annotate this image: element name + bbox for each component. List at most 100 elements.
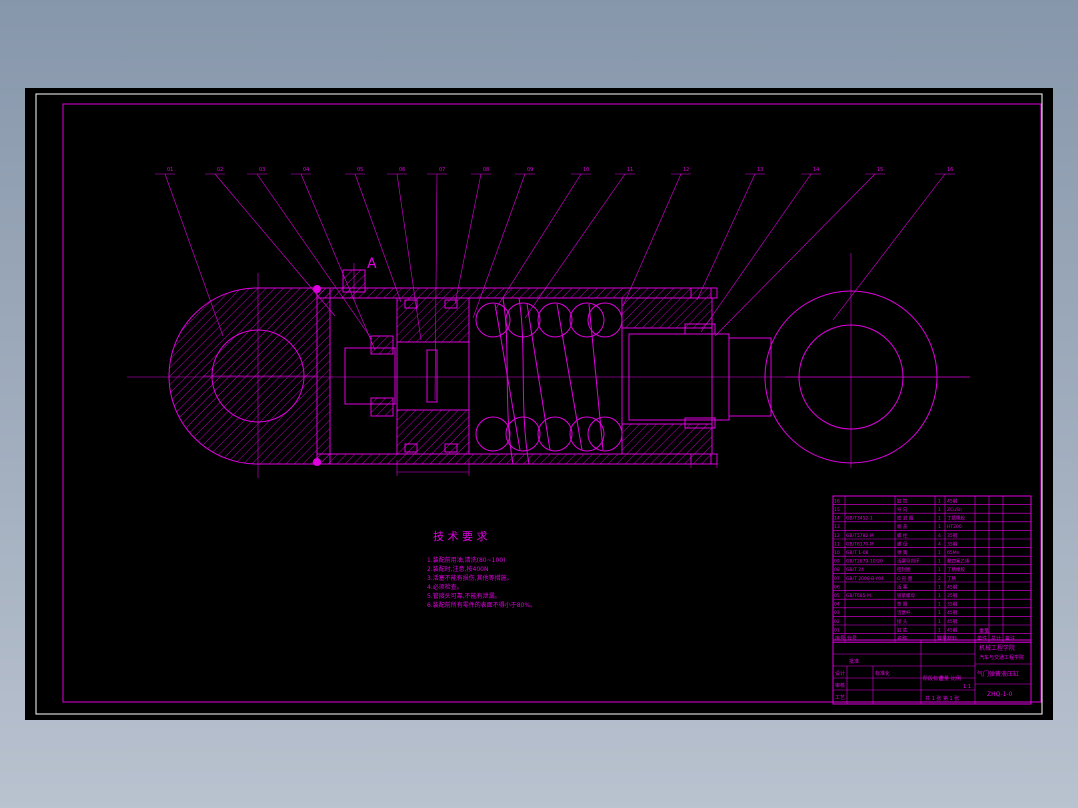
label-design: 设计	[835, 670, 845, 677]
label-review: 审核	[835, 682, 845, 689]
callout-label: 01	[167, 167, 173, 173]
parts-cell: 密 封 圈	[897, 515, 914, 522]
parts-cell: 1	[938, 507, 941, 513]
callout-label: 02	[217, 167, 223, 173]
parts-cell: 45钢	[947, 626, 958, 633]
tech-req-item: 4.必须检查。	[427, 583, 463, 591]
parts-cell: 1	[938, 559, 941, 565]
sheet-count: 共 1 张 第 1 张	[925, 695, 959, 702]
parts-cell: 14	[834, 516, 840, 522]
parts-cell: 01	[834, 627, 840, 633]
parts-row: 09 GB/T2879-10/20 活塞导向环 1 聚四氟乙烯	[834, 558, 970, 565]
parts-weight-header: 重量	[979, 628, 989, 635]
tech-req-item: 1.装配前用油,清洗(80~100)	[427, 556, 505, 564]
parts-row: 10 GB/T 1-08 弹 簧 1 65Mn	[834, 549, 960, 556]
callout-label: 09	[527, 167, 533, 173]
parts-cell: 05	[834, 593, 840, 599]
drawing-number: ZHQ-1-0	[987, 691, 1013, 698]
parts-cell: 活塞杆	[897, 609, 911, 616]
parts-cell: 4	[938, 541, 941, 547]
callout-label: 07	[439, 167, 445, 173]
spring	[475, 297, 623, 465]
drawing-canvas[interactable]: 01 02 03 04 05 06 07 08 09 10 11 12 13 14 15 16 A 技 术 要…	[25, 88, 1053, 720]
parts-cell: 锁紧螺母	[897, 592, 915, 599]
parts-cell: 1	[938, 498, 941, 504]
parts-cell: 10	[834, 550, 840, 556]
school-subtitle: 汽车与交通工程学院	[979, 654, 1024, 661]
parts-cell: GB/T685-M	[846, 593, 871, 599]
parts-cell: 1	[938, 516, 941, 522]
parts-cell: 04	[834, 602, 840, 608]
tech-requirements: 技 术 要 求 1.装配前用油,清洗(80~100) 2.装配时,注意,按400…	[427, 530, 536, 609]
label-weight: 重量	[939, 675, 949, 682]
parts-cell: 丁腈橡胶	[947, 566, 965, 573]
parts-cell: 2	[938, 576, 941, 582]
parts-cell: GB/T 2008-B-Y04	[846, 576, 884, 582]
parts-cell: 丁腈橡胶	[947, 515, 965, 522]
parts-cell: 活 塞	[897, 583, 908, 590]
parts-cell: 1	[938, 584, 941, 590]
parts-cell: 活塞导向环	[897, 558, 920, 565]
parts-cell: 08	[834, 567, 840, 573]
parts-cell: 弹 簧	[897, 549, 908, 556]
label-process: 工艺	[835, 695, 845, 701]
cylinder-bottom-clevis	[168, 273, 331, 478]
parts-cell: GB/T2879-10/20	[846, 559, 883, 565]
parts-row: 02 接 头 1 45钢	[834, 618, 958, 625]
parts-cell: 1	[938, 602, 941, 608]
parts-row: 15 导 向 1 ZCuSn	[834, 506, 962, 513]
parts-cell: 35钢	[947, 601, 958, 608]
callout-label: 10	[583, 167, 589, 173]
parts-header-cell: 材料	[947, 635, 957, 642]
parts-cell: 1	[938, 593, 941, 599]
parts-table: 16 缸 筒 1 45钢15 导 向 1 ZCuSn14 GB/T3452-1 密 封 圈 1 丁腈…	[832, 495, 1032, 643]
parts-cell: GB/T6170-M	[846, 541, 874, 547]
tech-req-item: 2.装配时,注意,按400N	[427, 565, 488, 573]
label-scale: 比例	[951, 675, 961, 682]
parts-cell: 4	[938, 533, 941, 539]
callout-15: 15	[714, 167, 885, 337]
callout-label: 14	[813, 167, 819, 173]
parts-cell: 45钢	[947, 583, 958, 590]
label-approve: 批准	[849, 658, 859, 665]
lock-nut	[344, 335, 438, 417]
parts-cell: 1	[938, 550, 941, 556]
parts-cell: 45钢	[947, 609, 958, 616]
parts-row: 04 垫 圈 1 35钢	[834, 601, 958, 608]
parts-row: 11 GB/T6170-M 螺 母 4 35钢	[834, 540, 958, 547]
parts-cell: 密封圈	[897, 566, 911, 573]
tech-req-item: 5.管接头可靠,不能有泄漏。	[427, 592, 501, 600]
callout-label: 06	[399, 167, 405, 173]
section-mark: A	[367, 256, 377, 272]
parts-cell: 聚四氟乙烯	[947, 558, 970, 565]
parts-cell: 45钢	[947, 618, 958, 625]
callout-label: 13	[757, 167, 763, 173]
parts-header-cell: 备注	[1005, 635, 1015, 642]
parts-cell: 06	[834, 584, 840, 590]
callout-label: 16	[947, 167, 953, 173]
parts-row: 01 缸 底 1 45钢	[834, 626, 958, 633]
parts-cell: 11	[834, 541, 840, 547]
parts-cell: 13	[834, 524, 840, 530]
parts-cell: 1	[938, 567, 941, 573]
parts-header-cell: 代号	[847, 635, 857, 642]
parts-cell: 螺 母	[897, 540, 908, 547]
parts-cell: GB/T 24	[846, 567, 864, 573]
parts-header-cell: 总计	[991, 635, 1001, 642]
parts-cell: 35钢	[947, 540, 958, 547]
cad-drawing: 01 02 03 04 05 06 07 08 09 10 11 12 13 14 15 16 A 技 术 要…	[35, 93, 1043, 715]
parts-cell: ZCuSn	[947, 507, 962, 513]
callout-12: 12	[622, 167, 691, 307]
parts-cell: 螺 栓	[897, 532, 908, 539]
parts-cell: 端 盖	[897, 523, 908, 530]
parts-cell: 缸 筒	[897, 497, 908, 504]
parts-row: 12 GB/T5782-M 螺 栓 4 35钢	[834, 532, 958, 539]
callout-label: 15	[877, 167, 883, 173]
parts-cell: 丁腈	[947, 575, 956, 582]
parts-header-cell: 序号	[835, 635, 845, 642]
tech-req-item: 6.装配前所有零件的表面不得小于80%。	[427, 601, 536, 609]
callout-label: 11	[627, 167, 633, 173]
parts-cell: 缸 底	[897, 626, 908, 633]
school-name: 机械工程学院	[979, 644, 1015, 652]
parts-cell: 65Mn	[947, 550, 960, 556]
